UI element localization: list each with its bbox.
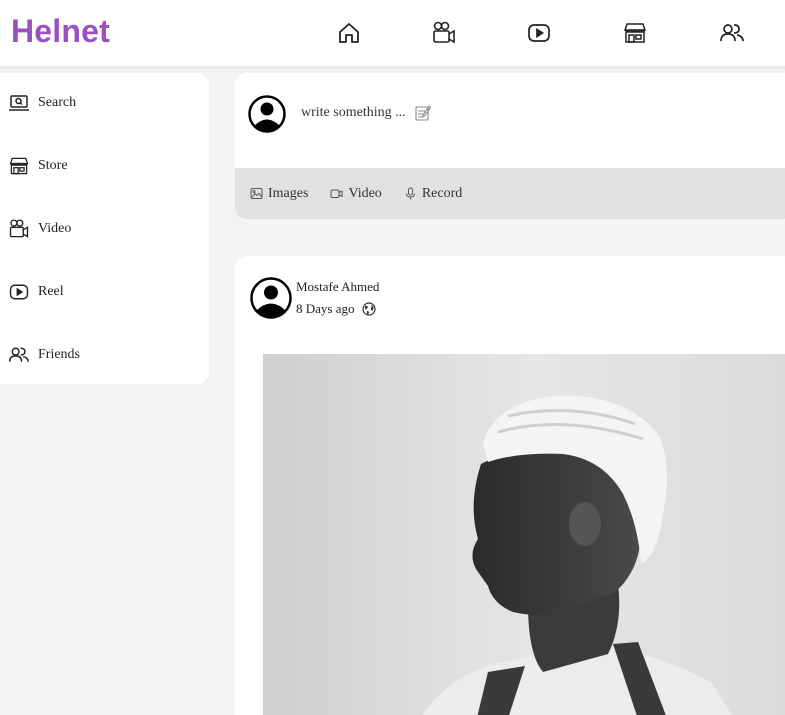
sidebar-item-label: Friends — [38, 347, 80, 362]
friends-icon — [720, 24, 744, 42]
top-navigation-bar: Helnet — [0, 0, 785, 66]
video-camera-icon — [433, 21, 455, 44]
store-icon — [623, 23, 647, 43]
video-icon — [330, 189, 343, 198]
nav-home[interactable] — [336, 20, 362, 46]
left-sidebar: Search Store Video Reel Friends — [0, 73, 209, 384]
sidebar-item-friends[interactable]: Friends — [8, 340, 80, 370]
friends-icon — [8, 347, 30, 362]
avatar[interactable] — [248, 95, 286, 133]
post-meta: 8 Days ago — [296, 301, 376, 317]
nav-reel[interactable] — [526, 20, 552, 46]
microphone-icon — [405, 187, 415, 200]
record-button[interactable]: Record — [404, 186, 462, 202]
composer-input[interactable]: write something ... — [301, 104, 432, 122]
post-author-name[interactable]: Mostafe Ahmed — [296, 279, 379, 295]
sidebar-item-label: Video — [38, 221, 72, 236]
sidebar-item-store[interactable]: Store — [8, 151, 68, 181]
post-composer: write something ... Images Video Record — [235, 73, 785, 219]
add-images-button[interactable]: Images — [250, 186, 308, 202]
post-photo[interactable] — [263, 354, 785, 715]
nav-friends[interactable] — [719, 20, 745, 46]
action-label: Video — [348, 185, 382, 201]
home-icon — [339, 23, 359, 43]
sidebar-item-label: Store — [38, 158, 68, 173]
image-icon — [250, 188, 263, 199]
post-timestamp: 8 Days ago — [296, 301, 355, 316]
action-label: Record — [421, 185, 463, 201]
edit-note-icon — [415, 105, 431, 121]
search-icon — [9, 95, 29, 111]
composer-placeholder: write something ... — [301, 105, 406, 120]
store-icon — [9, 157, 29, 175]
sidebar-item-label: Search — [38, 95, 77, 110]
sidebar-item-video[interactable]: Video — [8, 214, 71, 244]
feed-post: Mostafe Ahmed 8 Days ago — [235, 256, 785, 715]
nav-store[interactable] — [622, 20, 648, 46]
globe-icon — [361, 302, 376, 316]
reel-play-icon — [9, 284, 29, 300]
reel-play-icon — [528, 24, 550, 42]
composer-action-bar: Images Video Record — [235, 168, 785, 219]
sidebar-item-search[interactable]: Search — [8, 88, 76, 118]
brand-logo[interactable]: Helnet — [11, 13, 110, 50]
avatar[interactable] — [250, 277, 292, 319]
nav-video[interactable] — [431, 20, 457, 46]
sidebar-item-label: Reel — [38, 284, 64, 299]
action-label: Images — [268, 185, 309, 201]
portrait-photo — [263, 354, 785, 715]
video-camera-icon — [9, 219, 29, 238]
add-video-button[interactable]: Video — [330, 185, 382, 202]
sidebar-item-reel[interactable]: Reel — [8, 277, 64, 307]
